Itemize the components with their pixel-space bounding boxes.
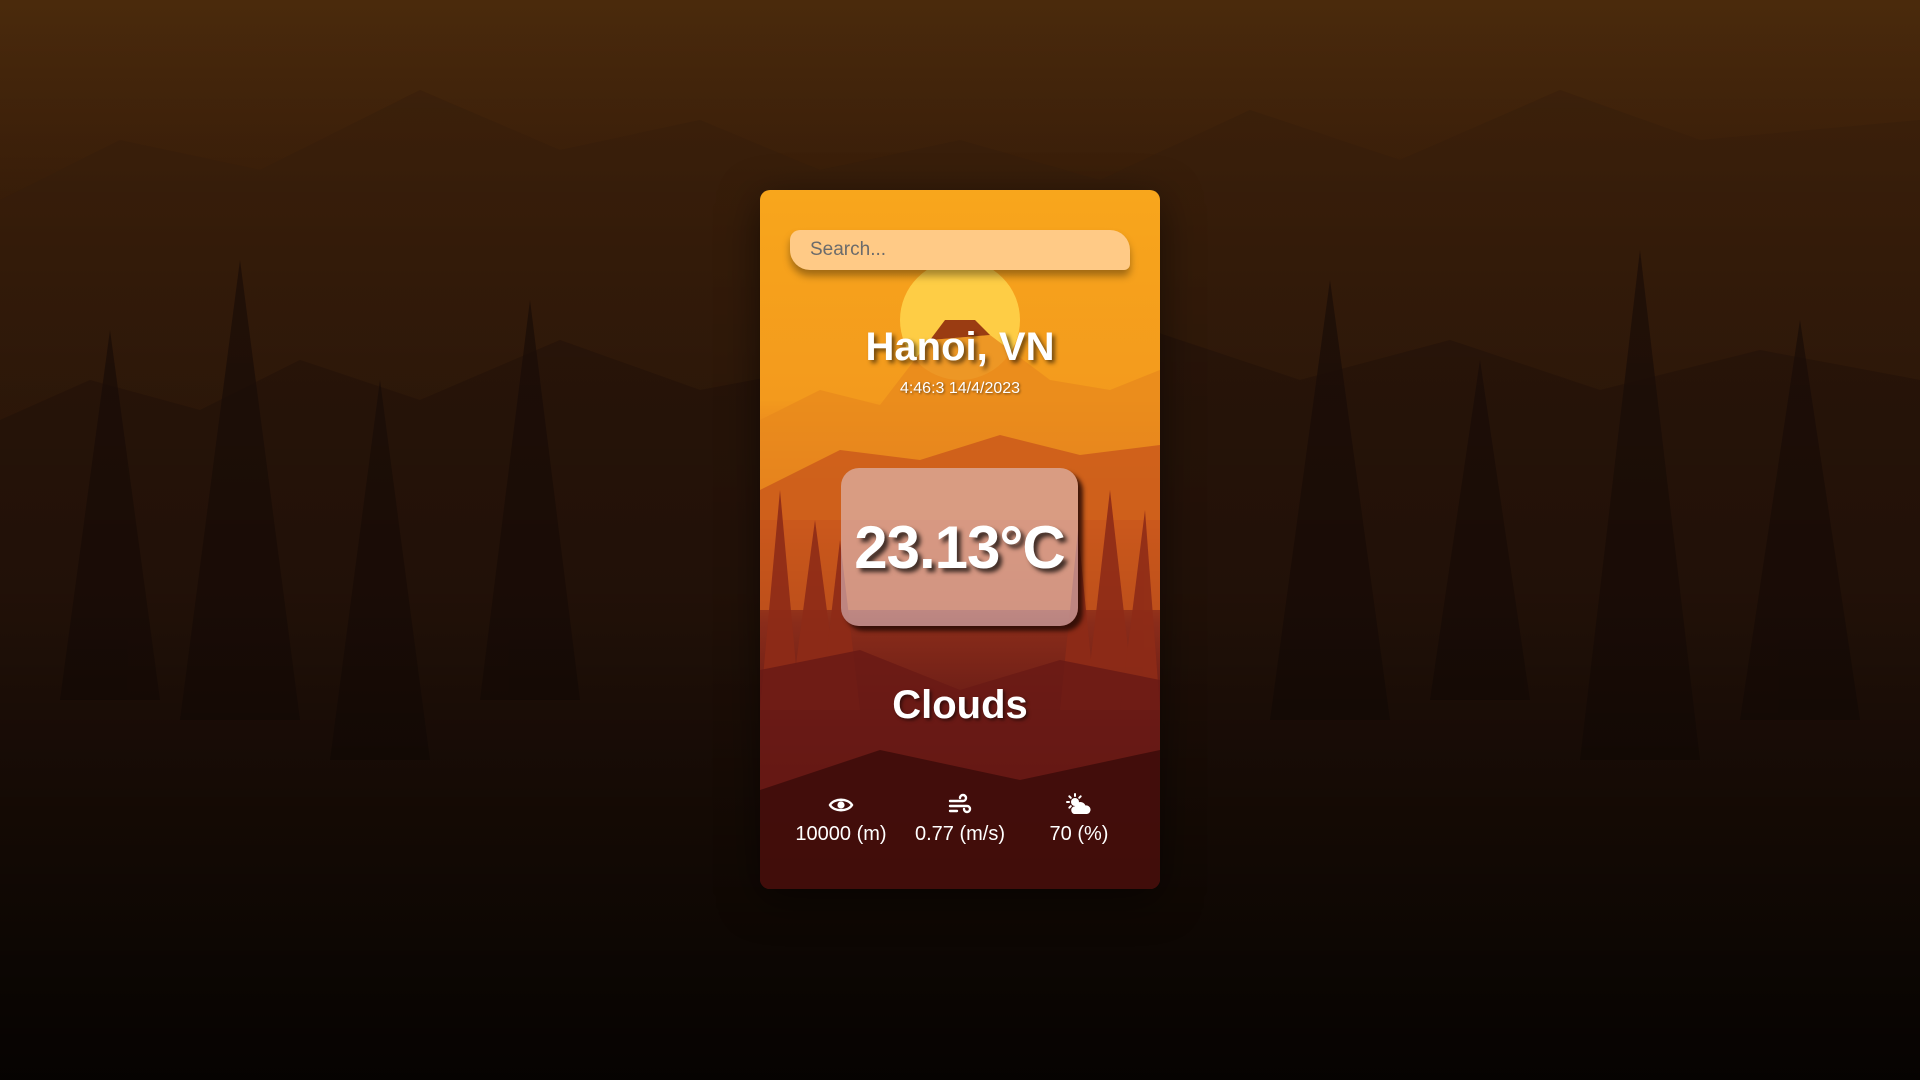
visibility-stat: 10000 (m) xyxy=(781,793,901,846)
weather-card: Hanoi, VN 4:46:3 14/4/2023 23.13°C Cloud… xyxy=(760,190,1160,889)
temperature-panel: 23.13°C xyxy=(841,468,1078,626)
cloudiness-value: 70 (%) xyxy=(1049,823,1109,845)
wind-icon xyxy=(948,793,972,814)
weather-condition: Clouds xyxy=(892,683,1028,727)
temperature-value: 23.13°C xyxy=(854,513,1065,581)
search-input[interactable] xyxy=(790,230,1130,270)
cloudiness-stat: 70 (%) xyxy=(1019,793,1139,846)
wind-speed-value: 0.77 (m/s) xyxy=(914,823,1006,845)
sun-cloud-icon xyxy=(1066,793,1091,814)
wind-stat: 0.77 (m/s) xyxy=(900,793,1020,846)
local-datetime: 4:46:3 14/4/2023 xyxy=(899,380,1021,397)
city-name: Hanoi, VN xyxy=(865,325,1055,369)
visibility-value: 10000 (m) xyxy=(795,823,887,845)
eye-icon xyxy=(828,798,854,812)
weather-stats: 10000 (m) 0.77 (m/s) 70 (%) xyxy=(760,793,1160,853)
